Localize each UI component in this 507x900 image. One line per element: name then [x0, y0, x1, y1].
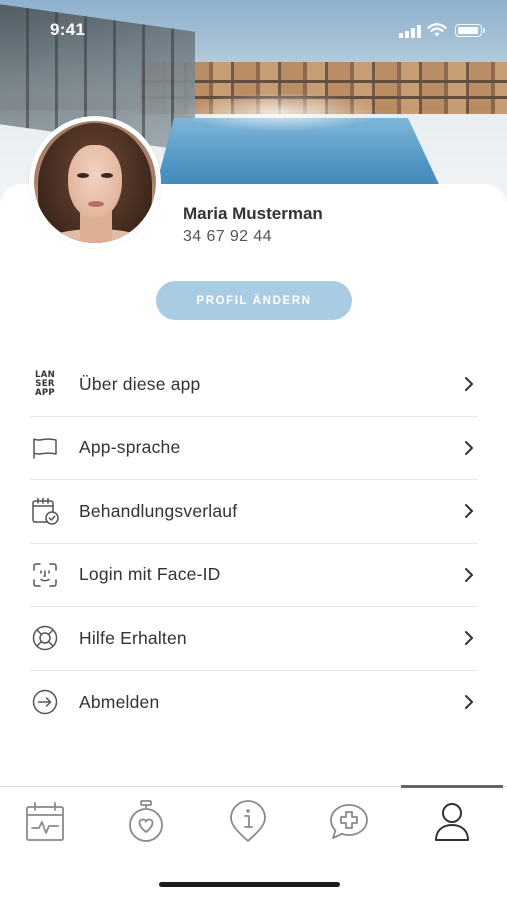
face-id-icon — [30, 560, 60, 590]
menu-item-logout[interactable]: Abmelden — [30, 671, 478, 735]
tab-info[interactable] — [218, 797, 278, 847]
chevron-right-icon — [465, 631, 473, 646]
menu-item-label: Über diese app — [79, 373, 201, 394]
menu-item-language[interactable]: App-sprache — [30, 417, 478, 480]
calendar-pulse-icon — [26, 802, 64, 841]
cellular-signal-icon — [399, 25, 421, 38]
flag-icon — [30, 433, 60, 463]
lanserhof-logo-icon: LAN SER APP — [34, 369, 55, 398]
profile-name: Maria Musterman — [183, 204, 323, 223]
avatar[interactable] — [29, 116, 161, 248]
chevron-right-icon — [465, 567, 473, 582]
profile-phone: 34 67 92 44 — [183, 228, 272, 245]
chevron-right-icon — [465, 377, 473, 392]
battery-icon — [455, 24, 485, 37]
avatar-photo — [34, 121, 156, 243]
tab-chat[interactable] — [319, 797, 379, 847]
wifi-icon — [427, 23, 447, 37]
tab-wellness[interactable] — [116, 797, 176, 847]
menu-item-face-id[interactable]: Login mit Face-ID — [30, 544, 478, 607]
logout-icon — [30, 687, 60, 717]
menu-item-help[interactable]: Hilfe Erhalten — [30, 607, 478, 671]
menu-item-label: Abmelden — [79, 691, 160, 712]
stopwatch-heart-icon — [129, 800, 163, 842]
edit-profile-button[interactable]: PROFIL ÄNDERN — [156, 281, 352, 320]
menu-item-treatment-history[interactable]: Behandlungsverlauf — [30, 480, 478, 544]
chevron-right-icon — [465, 504, 473, 519]
chat-plus-icon — [330, 804, 368, 839]
settings-menu: LAN SER APP Über diese app App-sprache B… — [30, 353, 478, 734]
chevron-right-icon — [465, 440, 473, 455]
calendar-check-icon — [30, 496, 60, 526]
status-bar: 9:41 — [0, 0, 507, 60]
lifebuoy-icon — [30, 623, 60, 653]
user-icon — [435, 803, 469, 841]
pool-steam — [180, 92, 380, 132]
menu-item-label: App-sprache — [79, 437, 181, 458]
info-pin-icon — [230, 800, 266, 842]
home-indicator[interactable] — [159, 882, 340, 887]
menu-item-label: Behandlungsverlauf — [79, 500, 238, 521]
active-tab-indicator — [401, 785, 503, 788]
tab-calendar[interactable] — [15, 797, 75, 847]
menu-item-label: Hilfe Erhalten — [79, 627, 187, 648]
menu-item-about[interactable]: LAN SER APP Über diese app — [30, 353, 478, 417]
tab-profile[interactable] — [422, 797, 482, 847]
menu-item-label: Login mit Face-ID — [79, 564, 221, 585]
status-time: 9:41 — [50, 20, 86, 39]
chevron-right-icon — [465, 695, 473, 710]
